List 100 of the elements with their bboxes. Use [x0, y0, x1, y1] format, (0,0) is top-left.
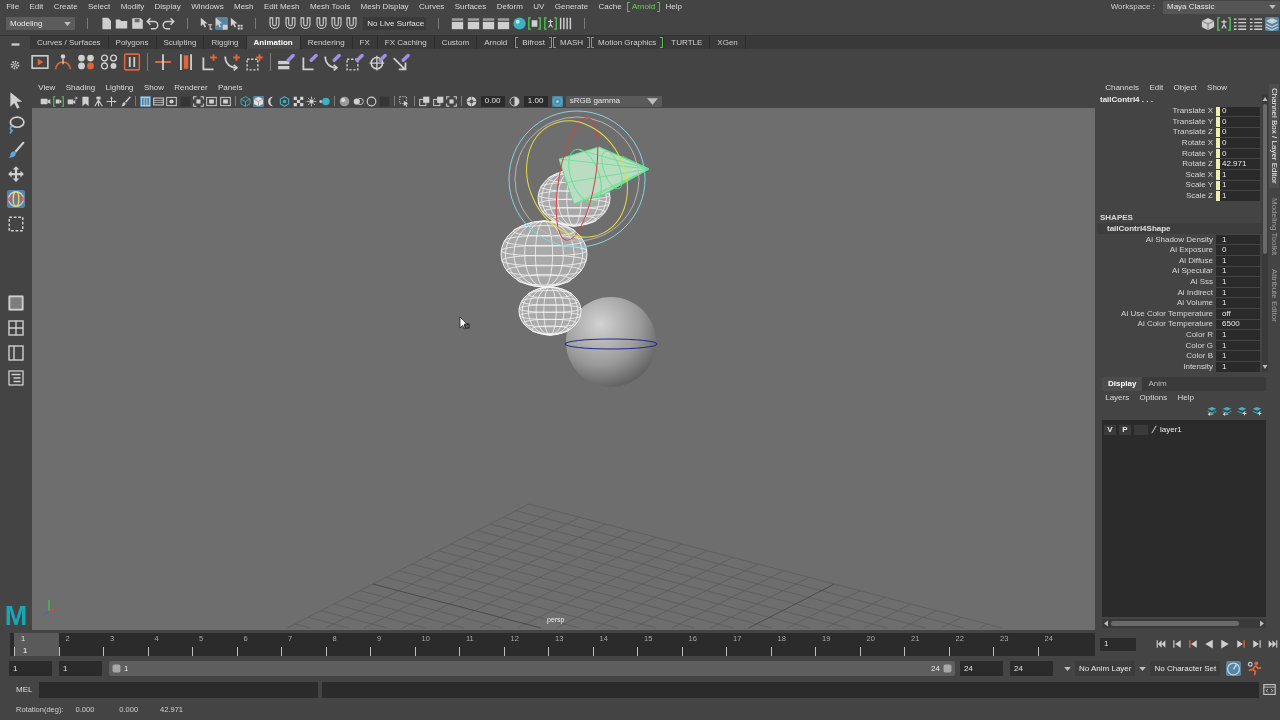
- menu-item[interactable]: Edit Mesh: [258, 1, 305, 13]
- stack-link-icon[interactable]: [277, 53, 295, 71]
- attribute-value-field[interactable]: 1: [1216, 330, 1260, 340]
- anim-layer-dropdown[interactable]: No Anim Layer: [1075, 661, 1136, 676]
- arrow-cursor-icon[interactable]: [7, 91, 25, 109]
- prev-key-icon[interactable]: [1188, 639, 1198, 649]
- frame-box-icon[interactable]: [219, 95, 231, 107]
- shelf-tab[interactable]: FX Caching: [377, 36, 435, 49]
- color-space-dropdown[interactable]: sRGB gamma: [565, 95, 662, 107]
- target-link-icon[interactable]: [369, 53, 387, 71]
- clapper-icon[interactable]: [497, 17, 511, 30]
- clapper-icon[interactable]: [482, 17, 496, 30]
- sun-icon[interactable]: [306, 95, 318, 107]
- attribute-value-field[interactable]: 1: [1216, 234, 1260, 245]
- end-frame-field[interactable]: 24: [1010, 661, 1053, 676]
- gauge-icon[interactable]: [1226, 661, 1242, 676]
- side-tab[interactable]: Channel Box / Layer Editor: [1269, 84, 1279, 188]
- undo-arrow-icon[interactable]: [146, 17, 160, 30]
- panel-menu-item[interactable]: Panels: [212, 81, 248, 94]
- playback-start-field[interactable]: 1: [59, 661, 102, 676]
- menu-item[interactable]: Generate: [549, 1, 594, 13]
- menu-item[interactable]: Modify: [115, 1, 150, 13]
- bracket-figure-icon[interactable]: [1217, 16, 1231, 31]
- frame-corners-icon[interactable]: [192, 95, 204, 107]
- shelf-tab[interactable]: Motion Graphics: [591, 36, 665, 49]
- brush-icon[interactable]: [119, 95, 131, 107]
- overlap-squares-icon[interactable]: [432, 95, 444, 107]
- channel-menu-item[interactable]: Edit: [1144, 81, 1169, 94]
- hierarchy-cursor-icon[interactable]: [199, 17, 213, 30]
- magnet-icon[interactable]: [345, 17, 359, 30]
- layer-editor-tab[interactable]: Anim: [1142, 377, 1173, 391]
- next-key-icon[interactable]: [1236, 639, 1246, 649]
- running-figure-icon[interactable]: [1247, 661, 1263, 676]
- attribute-value-field[interactable]: 1: [1216, 277, 1260, 287]
- visibility-toggle[interactable]: V: [1104, 424, 1116, 435]
- film-play-icon[interactable]: [31, 53, 49, 71]
- curve-link-icon[interactable]: [323, 53, 341, 71]
- attribute-value-field[interactable]: 6500: [1216, 319, 1260, 330]
- menu-item[interactable]: Surfaces: [449, 1, 492, 13]
- panel-menu-item[interactable]: Renderer: [169, 81, 213, 94]
- step-forward-icon[interactable]: [1252, 639, 1262, 649]
- frame-corners-icon[interactable]: [445, 95, 457, 107]
- menu-item[interactable]: Create: [48, 1, 83, 13]
- wire-cube-icon[interactable]: [239, 95, 251, 107]
- command-language-label[interactable]: MEL: [16, 685, 39, 694]
- paint-brush-icon[interactable]: [7, 140, 25, 159]
- bracket-camera-icon[interactable]: [53, 95, 65, 107]
- checker-icon[interactable]: [292, 95, 304, 107]
- magnet-icon[interactable]: [329, 17, 343, 30]
- page-icon[interactable]: [100, 17, 113, 30]
- rotate-manipulator[interactable]: [508, 110, 646, 248]
- playback-end-field[interactable]: 24: [960, 661, 1003, 676]
- panel-menu-item[interactable]: View: [33, 81, 61, 94]
- horizontal-scrollbar[interactable]: [1102, 619, 1266, 628]
- ring-icon[interactable]: [365, 95, 377, 107]
- side-tab[interactable]: Modeling Toolkit: [1269, 193, 1279, 259]
- dash-icon[interactable]: [10, 43, 20, 46]
- menu-item[interactable]: Arnold: [626, 1, 661, 13]
- magnet-icon[interactable]: [283, 17, 297, 30]
- axes-plus-icon[interactable]: [200, 53, 218, 71]
- playback-toggle[interactable]: P: [1119, 424, 1131, 435]
- rotate-sphere-icon[interactable]: [7, 190, 25, 209]
- menu-item[interactable]: Windows: [186, 1, 229, 13]
- attribute-value-field[interactable]: 1: [1216, 287, 1260, 298]
- shelf-tab[interactable]: FX: [352, 36, 378, 49]
- arc-dots-icon[interactable]: [54, 53, 72, 71]
- color-wheel-icon[interactable]: [551, 95, 563, 107]
- attribute-value-field[interactable]: 0: [1216, 245, 1260, 256]
- curve-plus-icon[interactable]: [223, 53, 241, 71]
- shelf-tab[interactable]: TURTLE: [664, 36, 711, 49]
- workspace-dropdown[interactable]: Maya Classic: [1163, 0, 1280, 14]
- bars-icon[interactable]: [559, 17, 573, 30]
- character-set-dropdown[interactable]: No Character Set: [1150, 661, 1221, 676]
- cube-stack-icon[interactable]: [1201, 16, 1215, 31]
- layers-plus-icon[interactable]: [1237, 406, 1247, 416]
- dashed-link-icon[interactable]: [346, 53, 364, 71]
- attribute-value-field[interactable]: 0: [1220, 148, 1260, 159]
- object-cursor-icon[interactable]: [214, 17, 228, 30]
- component-cursor-icon[interactable]: [230, 17, 244, 30]
- start-frame-field[interactable]: 1: [9, 661, 52, 676]
- dots-outline-icon[interactable]: [100, 53, 118, 71]
- camera-arrows-icon[interactable]: [66, 95, 78, 107]
- play-forward-icon[interactable]: [1220, 639, 1230, 649]
- attribute-value-field[interactable]: off: [1216, 309, 1260, 319]
- attribute-value-field[interactable]: 0: [1220, 106, 1260, 117]
- cross-line-icon[interactable]: [154, 53, 172, 71]
- menu-item[interactable]: Display: [149, 1, 186, 13]
- handle-icon[interactable]: [943, 664, 952, 673]
- object-name[interactable]: tailContrl4 . . .: [1097, 94, 1262, 106]
- menu-item[interactable]: Select: [82, 1, 116, 13]
- menu-item[interactable]: File: [1, 1, 25, 13]
- overlap-squares-icon[interactable]: [419, 95, 431, 107]
- dashed-square-icon[interactable]: [7, 215, 25, 233]
- clapper-icon[interactable]: [451, 17, 465, 30]
- shelf-tab[interactable]: Rigging: [204, 36, 247, 49]
- menu-item[interactable]: Cache: [593, 1, 627, 13]
- ball-icon[interactable]: [512, 17, 526, 30]
- shaded-ball-icon[interactable]: [339, 95, 351, 107]
- gamma-field[interactable]: 1.00: [523, 95, 548, 107]
- play-back-icon[interactable]: [1204, 639, 1214, 649]
